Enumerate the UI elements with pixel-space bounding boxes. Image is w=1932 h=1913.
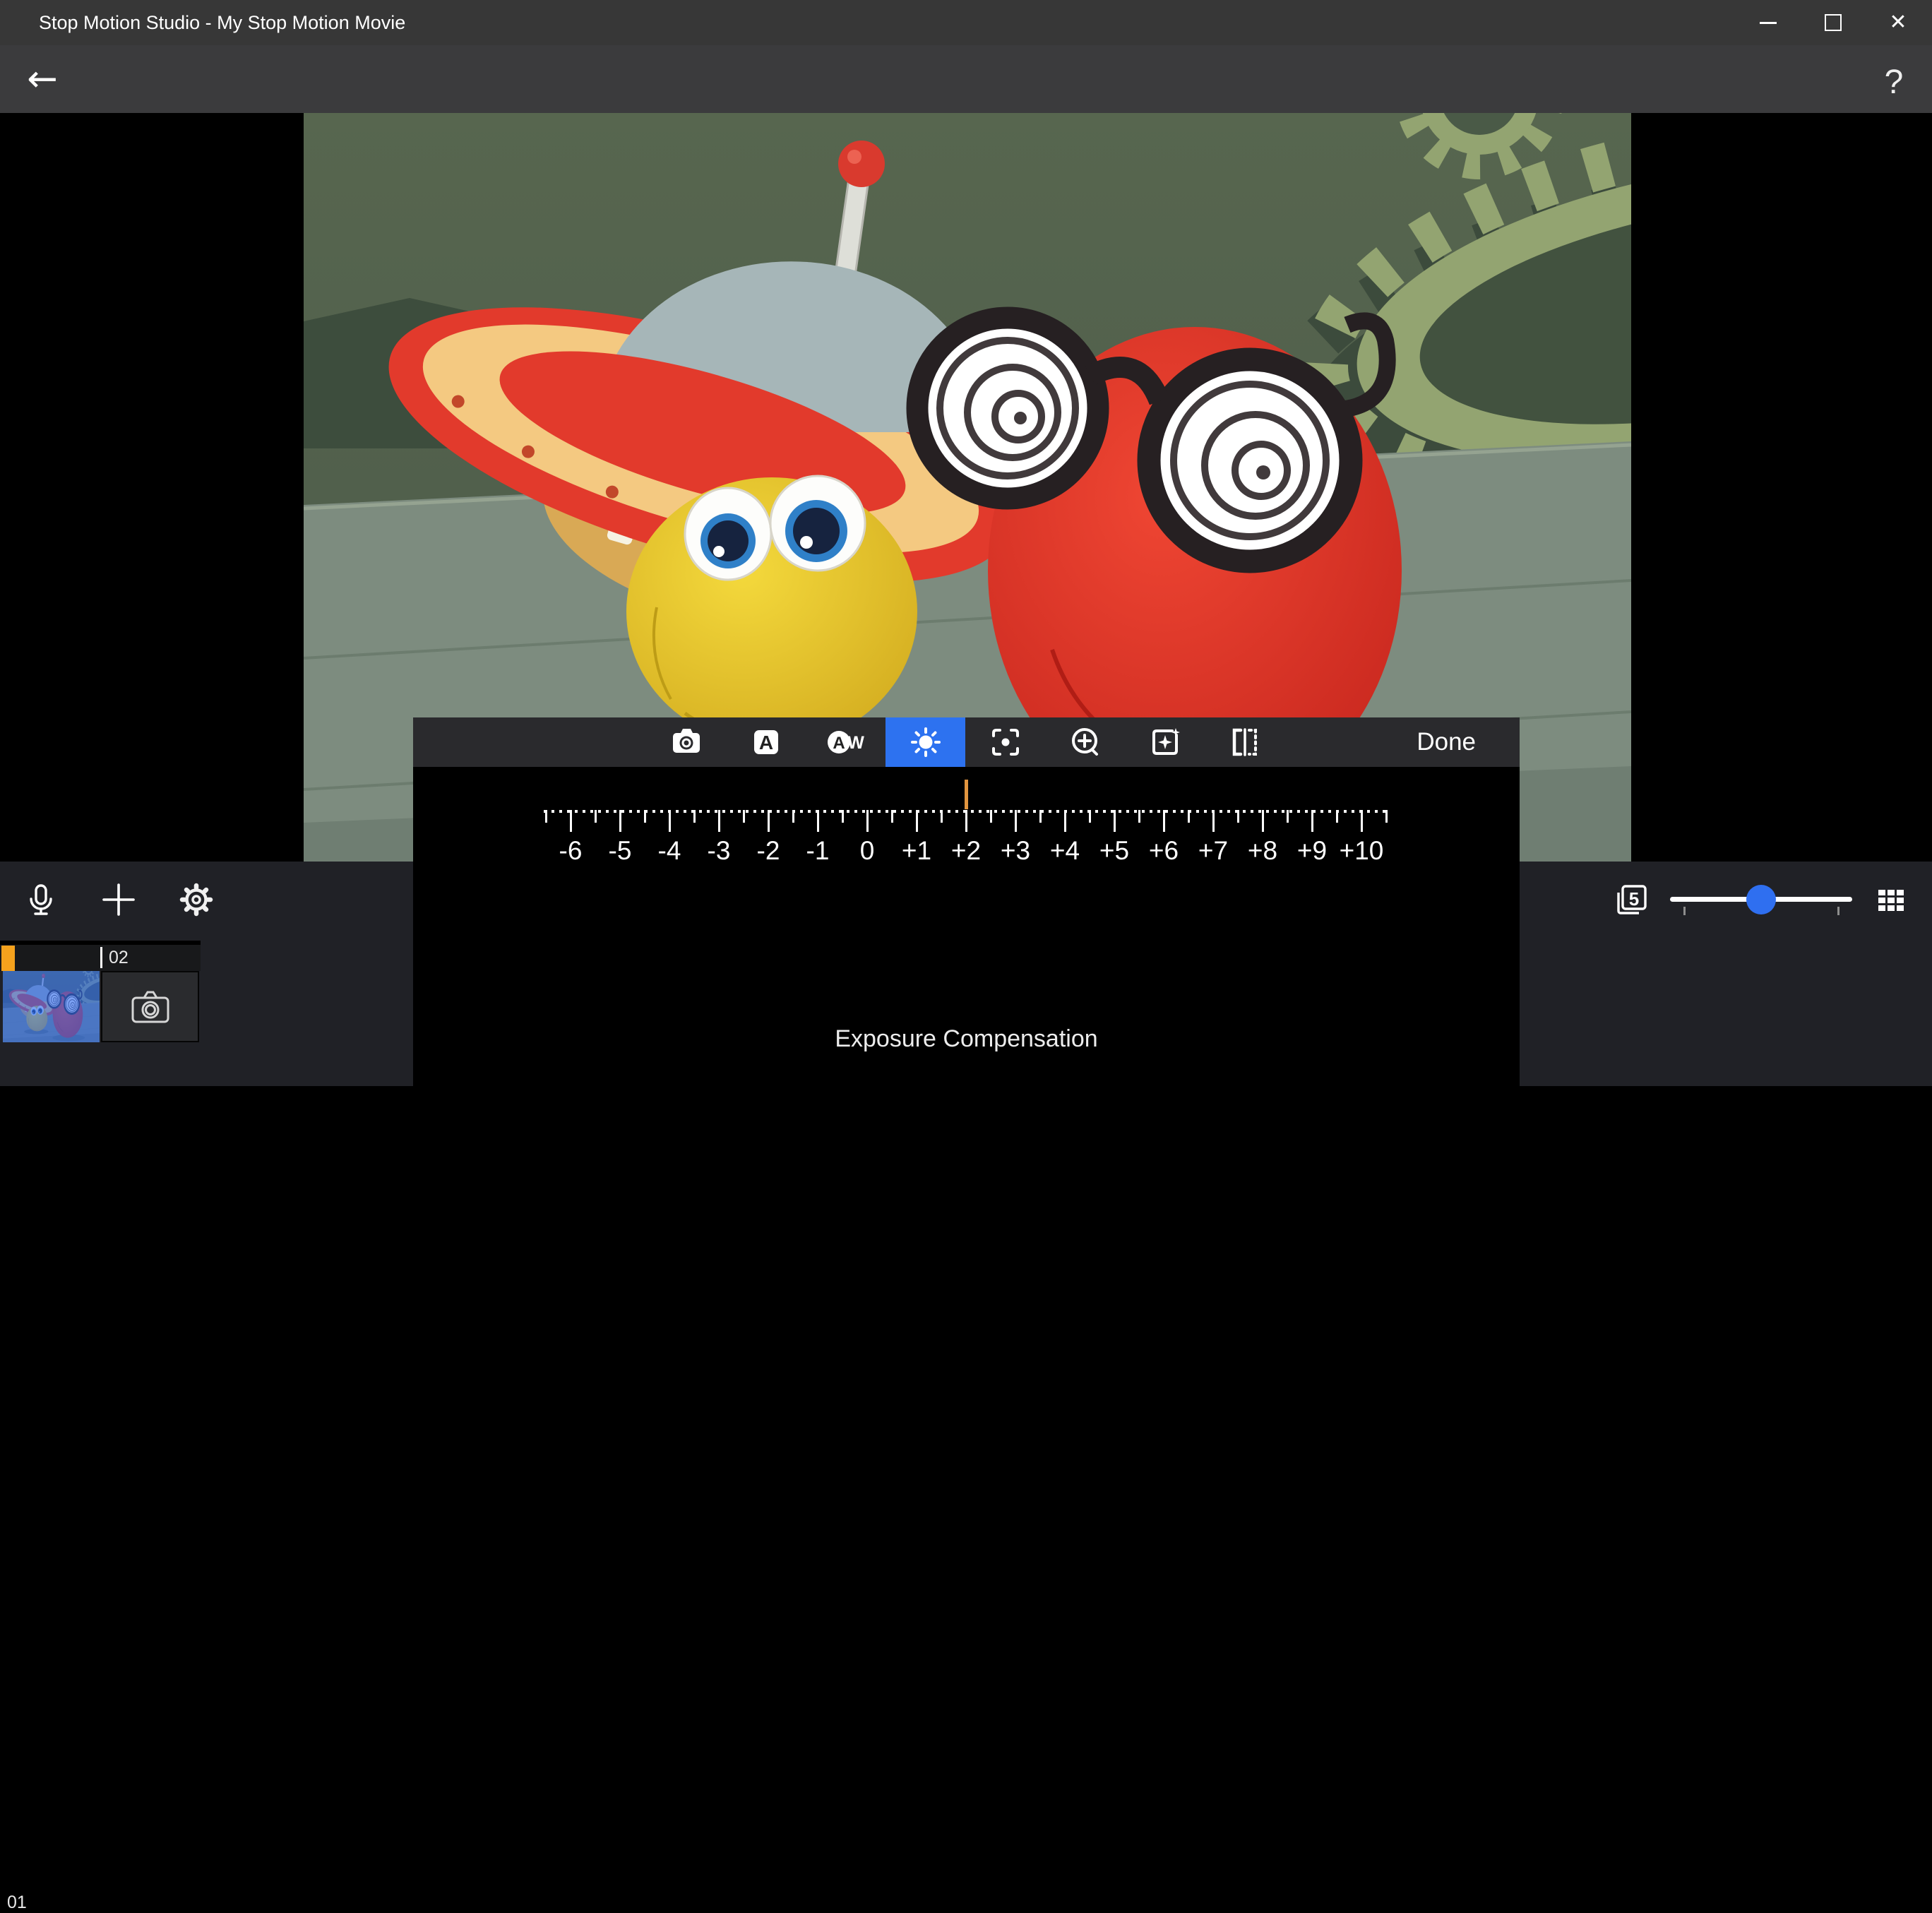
panel-title: Exposure Compensation (413, 1025, 1520, 1053)
ruler-tick-medium (693, 810, 696, 823)
camera-settings-toolbar: A A W (413, 717, 1520, 767)
ruler-tick-medium (743, 810, 745, 823)
ruler-tick-major (1262, 810, 1264, 832)
ruler-tick-major (570, 810, 572, 832)
microphone-icon (22, 881, 60, 919)
audio-record-button[interactable] (21, 880, 61, 919)
frame-number-1: 01 (7, 1893, 27, 1913)
capture-camera-icon (128, 984, 173, 1030)
svg-text:A: A (833, 734, 845, 753)
onion-skin-icon: 5 (1611, 880, 1651, 919)
zoom-plus-icon (1067, 724, 1104, 761)
grid-toggle-button[interactable] (1873, 881, 1909, 918)
minimize-button[interactable] (1736, 0, 1801, 45)
ruler-tick-major (866, 810, 869, 832)
help-icon: ? (1885, 63, 1904, 102)
auto-white-balance-icon: A W (825, 724, 867, 761)
ruler-tick-major (817, 810, 819, 832)
frame-tick-2 (100, 947, 102, 968)
back-arrow-icon: ← (27, 61, 58, 97)
toolbar-item-auto-mode[interactable]: A (726, 717, 806, 767)
ruler-tick-major (1212, 810, 1215, 832)
sun-icon (907, 724, 944, 761)
toolbar-item-camera[interactable] (646, 717, 726, 767)
flip-mirror-icon (1227, 724, 1263, 761)
ruler-tick-medium (891, 810, 893, 823)
ruler-tick-medium (1138, 810, 1140, 823)
ruler-tick-major (669, 810, 671, 832)
overlay-opacity-slider-knob[interactable] (1746, 885, 1776, 914)
focus-icon (987, 724, 1024, 761)
image-enhance-icon (1147, 724, 1183, 761)
ruler-tick-major (1015, 810, 1017, 832)
ruler-tick-medium (1039, 810, 1042, 823)
auto-a-icon: A (748, 724, 785, 761)
toolbar-item-flip[interactable] (1205, 717, 1284, 767)
toolbar-item-white-balance[interactable]: A W (806, 717, 886, 767)
toolbar-item-zoom[interactable] (1045, 717, 1125, 767)
done-button[interactable]: Done (1401, 717, 1491, 767)
svg-text:A: A (758, 732, 773, 753)
ruler-tick-major (718, 810, 720, 832)
ruler-tick-medium (1385, 810, 1388, 823)
toolbar-item-exposure[interactable] (886, 717, 965, 767)
svg-text:W: W (847, 733, 864, 753)
ruler-tick-medium (1287, 810, 1289, 823)
grid-icon (1873, 882, 1909, 917)
ruler-tick-major (619, 810, 621, 832)
camera-settings-panel: A A W (413, 717, 1520, 1086)
settings-gear-icon (177, 880, 216, 919)
toolbar-item-focus[interactable] (965, 717, 1045, 767)
ruler-tick-major (1361, 810, 1363, 832)
slider-tick-left (1683, 907, 1686, 915)
timeline-ruler[interactable]: 01 02 (0, 945, 201, 971)
ruler-tick-medium (792, 810, 794, 823)
nav-bar (0, 45, 1932, 113)
ruler-tick-major (1064, 810, 1066, 832)
settings-button[interactable] (177, 880, 216, 919)
ruler-tick-medium (990, 810, 992, 823)
ruler-tick-medium (941, 810, 943, 823)
onion-skin-button[interactable]: 5 (1611, 880, 1651, 919)
window-title: Stop Motion Studio - My Stop Motion Movi… (39, 0, 405, 45)
ruler-tick-major (1311, 810, 1313, 832)
timeline-frame-1-thumbnail[interactable] (3, 971, 100, 1042)
ruler-tick-major (965, 810, 967, 832)
ruler-tick-major (1163, 810, 1165, 832)
ruler-tick-medium (1237, 810, 1239, 823)
add-icon (100, 881, 138, 919)
ruler-tick-major (1114, 810, 1116, 832)
timeline-playhead[interactable] (1, 946, 15, 971)
close-button[interactable]: ✕ (1866, 0, 1931, 45)
help-button[interactable]: ? (1871, 62, 1916, 102)
ruler-tick-major (768, 810, 770, 832)
capture-frame-button[interactable] (101, 971, 199, 1042)
ruler-tick-medium (1089, 810, 1091, 823)
toolbar-item-enhance[interactable] (1125, 717, 1205, 767)
ruler-tick-medium (644, 810, 646, 823)
exposure-value-indicator (965, 780, 968, 809)
maximize-button[interactable] (1801, 0, 1866, 45)
ruler-label: +10 (1330, 836, 1393, 866)
add-frame-button[interactable] (99, 880, 138, 919)
ruler-tick-medium (842, 810, 844, 823)
ruler-tick-medium (1188, 810, 1190, 823)
maximize-icon (1825, 14, 1842, 31)
frame-number-2: 02 (109, 948, 129, 968)
minimize-icon (1760, 22, 1777, 24)
back-button[interactable]: ← (17, 61, 68, 97)
ruler-tick-medium (545, 810, 547, 823)
ruler-tick-major (916, 810, 918, 832)
onion-skin-count: 5 (1629, 888, 1639, 910)
title-bar: Stop Motion Studio - My Stop Motion Movi… (0, 0, 1932, 45)
ruler-tick-medium (595, 810, 597, 823)
slider-tick-right (1837, 907, 1839, 915)
frame-selected-overlay (3, 971, 100, 1042)
camera-icon (668, 724, 705, 761)
close-icon: ✕ (1889, 12, 1907, 33)
ruler-tick-medium (1336, 810, 1338, 823)
